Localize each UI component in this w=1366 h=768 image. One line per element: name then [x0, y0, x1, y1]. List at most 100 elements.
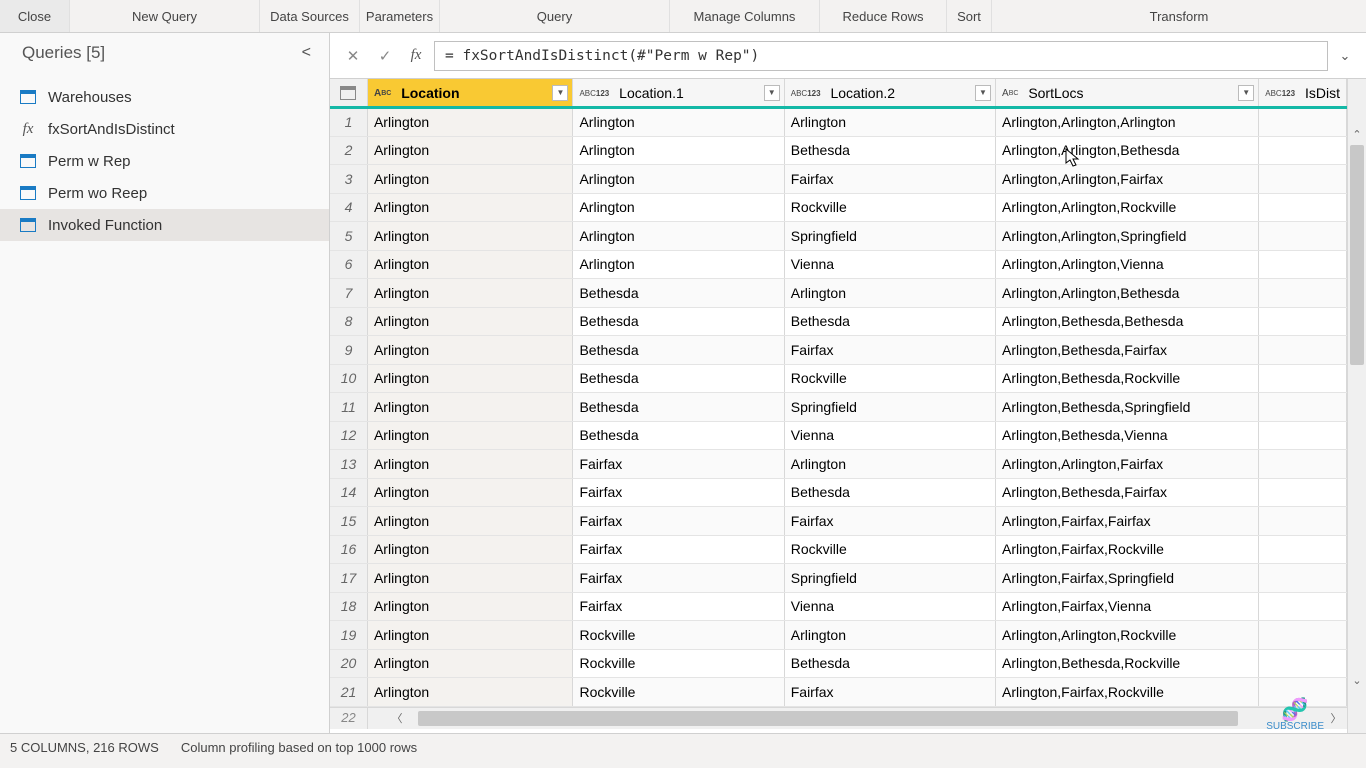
- cell-location[interactable]: Arlington: [367, 678, 573, 707]
- row-number[interactable]: 19: [330, 621, 367, 650]
- query-item-perm-wo-reep[interactable]: Perm wo Reep: [0, 177, 329, 209]
- table-row[interactable]: 19ArlingtonRockvilleArlingtonArlington,A…: [330, 621, 1347, 650]
- column-header-location2[interactable]: ABC123 Location.2 ▼: [784, 79, 995, 108]
- cell-sortlocs[interactable]: Arlington,Arlington,Bethesda: [996, 136, 1259, 165]
- table-row[interactable]: 18ArlingtonFairfaxViennaArlington,Fairfa…: [330, 592, 1347, 621]
- table-row[interactable]: 13ArlingtonFairfaxArlingtonArlington,Arl…: [330, 450, 1347, 479]
- cell-isdist[interactable]: [1259, 108, 1347, 137]
- row-number[interactable]: 2: [330, 136, 367, 165]
- cell-location2[interactable]: Fairfax: [784, 507, 995, 536]
- cell-location2[interactable]: Rockville: [784, 535, 995, 564]
- column-filter-dropdown-icon[interactable]: ▼: [975, 85, 991, 101]
- cell-location[interactable]: Arlington: [367, 193, 573, 222]
- cell-sortlocs[interactable]: Arlington,Arlington,Vienna: [996, 250, 1259, 279]
- cell-sortlocs[interactable]: Arlington,Arlington,Arlington: [996, 108, 1259, 137]
- cell-location1[interactable]: Fairfax: [573, 564, 784, 593]
- row-number[interactable]: 10: [330, 364, 367, 393]
- cell-isdist[interactable]: [1259, 222, 1347, 251]
- table-row[interactable]: 10ArlingtonBethesdaRockvilleArlington,Be…: [330, 364, 1347, 393]
- cell-location2[interactable]: Vienna: [784, 592, 995, 621]
- table-row[interactable]: 15ArlingtonFairfaxFairfaxArlington,Fairf…: [330, 507, 1347, 536]
- cell-isdist[interactable]: [1259, 478, 1347, 507]
- cell-sortlocs[interactable]: Arlington,Bethesda,Vienna: [996, 421, 1259, 450]
- table-row[interactable]: 20ArlingtonRockvilleBethesdaArlington,Be…: [330, 649, 1347, 678]
- formula-cancel-icon[interactable]: [340, 43, 366, 69]
- cell-location[interactable]: Arlington: [367, 108, 573, 137]
- cell-location[interactable]: Arlington: [367, 478, 573, 507]
- scroll-left-icon[interactable]: 〈: [388, 708, 406, 729]
- cell-location[interactable]: Arlington: [367, 507, 573, 536]
- table-row[interactable]: 12ArlingtonBethesdaViennaArlington,Bethe…: [330, 421, 1347, 450]
- cell-location1[interactable]: Arlington: [573, 108, 784, 137]
- cell-location[interactable]: Arlington: [367, 535, 573, 564]
- table-row[interactable]: 11ArlingtonBethesdaSpringfieldArlington,…: [330, 393, 1347, 422]
- ribbon-new-query[interactable]: New Query: [70, 0, 260, 32]
- cell-location[interactable]: Arlington: [367, 165, 573, 194]
- cell-sortlocs[interactable]: Arlington,Arlington,Fairfax: [996, 165, 1259, 194]
- table-row[interactable]: 1ArlingtonArlingtonArlingtonArlington,Ar…: [330, 108, 1347, 137]
- cell-location[interactable]: Arlington: [367, 364, 573, 393]
- cell-location[interactable]: Arlington: [367, 307, 573, 336]
- scrollbar-thumb[interactable]: [1350, 145, 1364, 365]
- fx-icon[interactable]: fx: [404, 47, 428, 64]
- cell-sortlocs[interactable]: Arlington,Arlington,Fairfax: [996, 450, 1259, 479]
- query-item-perm-w-rep[interactable]: Perm w Rep: [0, 145, 329, 177]
- cell-isdist[interactable]: [1259, 592, 1347, 621]
- cell-location2[interactable]: Fairfax: [784, 165, 995, 194]
- ribbon-data-sources[interactable]: Data Sources: [260, 0, 360, 32]
- ribbon-manage-columns[interactable]: Manage Columns: [670, 0, 820, 32]
- cell-sortlocs[interactable]: Arlington,Bethesda,Fairfax: [996, 336, 1259, 365]
- cell-isdist[interactable]: [1259, 507, 1347, 536]
- cell-location[interactable]: Arlington: [367, 136, 573, 165]
- cell-location2[interactable]: Arlington: [784, 621, 995, 650]
- cell-location1[interactable]: Arlington: [573, 250, 784, 279]
- cell-location[interactable]: Arlington: [367, 222, 573, 251]
- cell-location[interactable]: Arlington: [367, 279, 573, 308]
- cell-sortlocs[interactable]: Arlington,Arlington,Springfield: [996, 222, 1259, 251]
- row-number[interactable]: 22: [330, 708, 368, 729]
- cell-isdist[interactable]: [1259, 193, 1347, 222]
- row-number[interactable]: 17: [330, 564, 367, 593]
- cell-location2[interactable]: Arlington: [784, 108, 995, 137]
- table-row[interactable]: 5ArlingtonArlingtonSpringfieldArlington,…: [330, 222, 1347, 251]
- row-number[interactable]: 5: [330, 222, 367, 251]
- row-number[interactable]: 6: [330, 250, 367, 279]
- cell-isdist[interactable]: [1259, 678, 1347, 707]
- row-number[interactable]: 18: [330, 592, 367, 621]
- query-item-warehouses[interactable]: Warehouses: [0, 81, 329, 113]
- row-number[interactable]: 15: [330, 507, 367, 536]
- row-number[interactable]: 13: [330, 450, 367, 479]
- table-row[interactable]: 6ArlingtonArlingtonViennaArlington,Arlin…: [330, 250, 1347, 279]
- row-number[interactable]: 12: [330, 421, 367, 450]
- column-header-location1[interactable]: ABC123 Location.1 ▼: [573, 79, 784, 108]
- row-number[interactable]: 11: [330, 393, 367, 422]
- cell-location2[interactable]: Springfield: [784, 564, 995, 593]
- table-row[interactable]: 14ArlingtonFairfaxBethesdaArlington,Beth…: [330, 478, 1347, 507]
- cell-sortlocs[interactable]: Arlington,Bethesda,Rockville: [996, 364, 1259, 393]
- cell-location[interactable]: Arlington: [367, 250, 573, 279]
- table-row[interactable]: 21ArlingtonRockvilleFairfaxArlington,Fai…: [330, 678, 1347, 707]
- cell-isdist[interactable]: [1259, 279, 1347, 308]
- cell-sortlocs[interactable]: Arlington,Arlington,Rockville: [996, 193, 1259, 222]
- cell-location2[interactable]: Fairfax: [784, 678, 995, 707]
- cell-location2[interactable]: Bethesda: [784, 649, 995, 678]
- cell-sortlocs[interactable]: Arlington,Bethesda,Bethesda: [996, 307, 1259, 336]
- cell-location1[interactable]: Bethesda: [573, 364, 784, 393]
- column-filter-dropdown-icon[interactable]: ▼: [1238, 85, 1254, 101]
- cell-sortlocs[interactable]: Arlington,Arlington,Rockville: [996, 621, 1259, 650]
- cell-location1[interactable]: Bethesda: [573, 421, 784, 450]
- horizontal-scrollbar[interactable]: 22 〈 〉: [330, 707, 1347, 729]
- ribbon-reduce-rows[interactable]: Reduce Rows: [820, 0, 947, 32]
- cell-location2[interactable]: Bethesda: [784, 136, 995, 165]
- table-row[interactable]: 9ArlingtonBethesdaFairfaxArlington,Bethe…: [330, 336, 1347, 365]
- cell-isdist[interactable]: [1259, 136, 1347, 165]
- cell-location2[interactable]: Rockville: [784, 193, 995, 222]
- scroll-down-icon[interactable]: ⌄: [1348, 671, 1366, 689]
- formula-expand-icon[interactable]: ⌄: [1334, 48, 1356, 64]
- cell-isdist[interactable]: [1259, 421, 1347, 450]
- cell-isdist[interactable]: [1259, 250, 1347, 279]
- column-filter-dropdown-icon[interactable]: ▼: [552, 85, 568, 101]
- cell-location1[interactable]: Arlington: [573, 136, 784, 165]
- row-number[interactable]: 9: [330, 336, 367, 365]
- cell-isdist[interactable]: [1259, 535, 1347, 564]
